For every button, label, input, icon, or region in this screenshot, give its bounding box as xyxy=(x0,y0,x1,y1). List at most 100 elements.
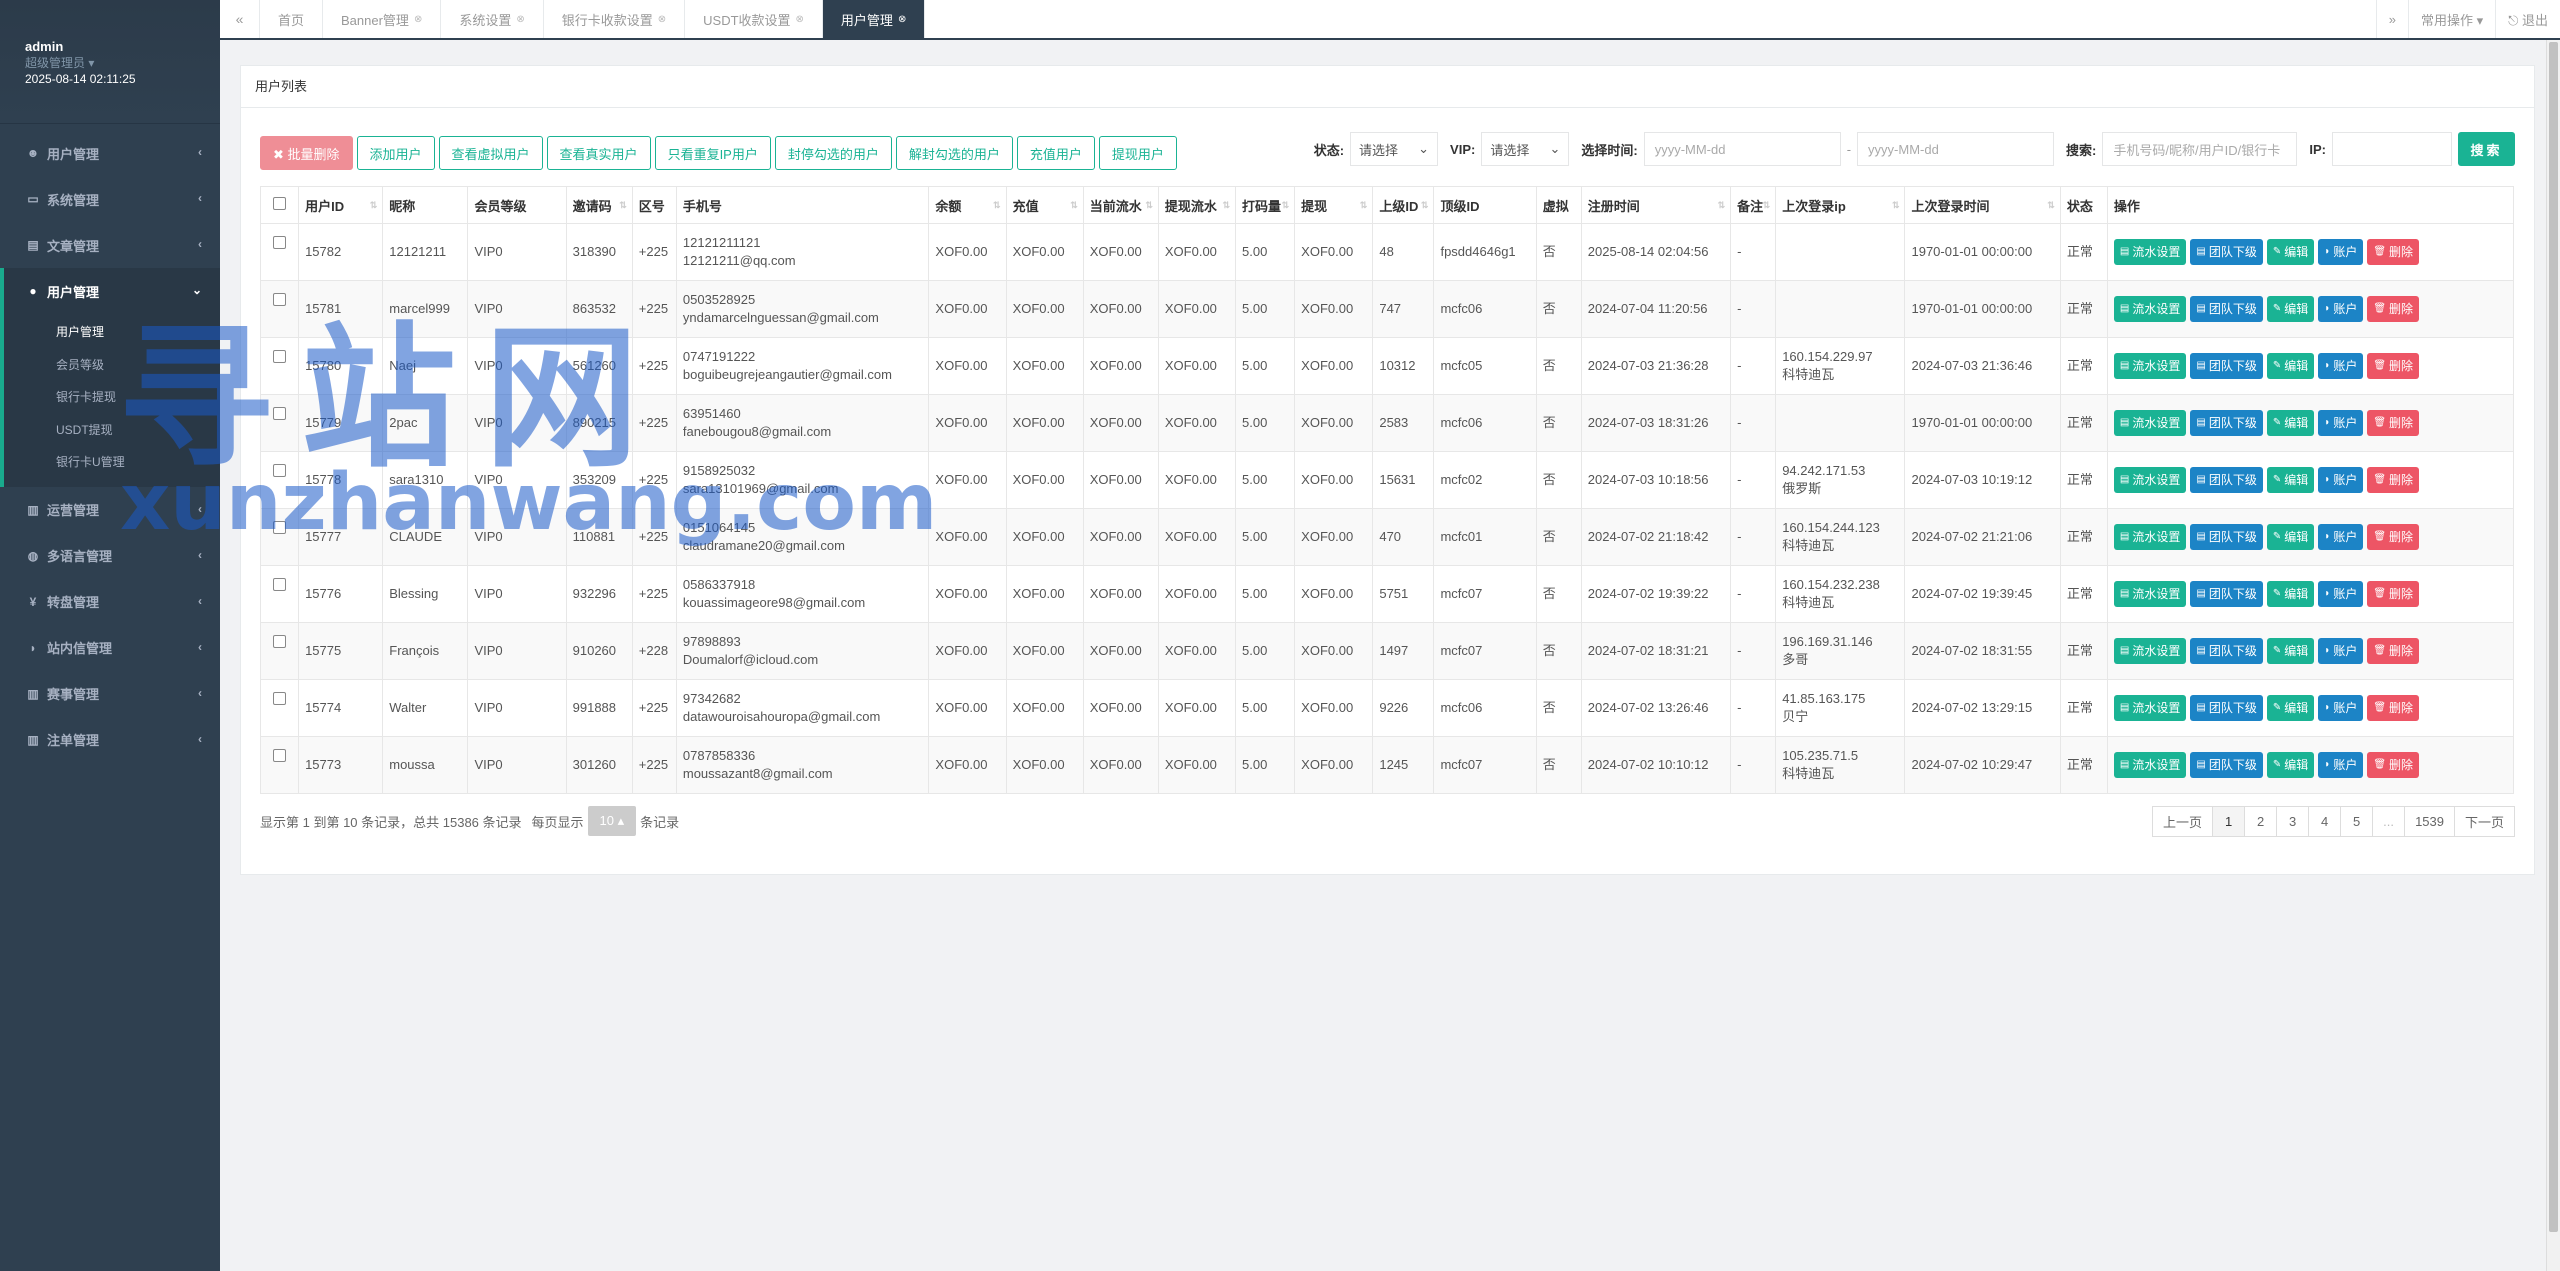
action-button-0[interactable]: ▤ 流水设置 xyxy=(2113,524,2187,550)
action-button-3[interactable]: ◗ 账户 xyxy=(2318,239,2364,265)
action-button-1[interactable]: ▤ 团队下级 xyxy=(2190,239,2263,265)
submenu-item-0[interactable]: 用户管理 xyxy=(4,316,220,349)
action-button-4[interactable]: 🗑 删除 xyxy=(2367,638,2420,664)
tab-0[interactable]: 首页 xyxy=(260,0,324,38)
column-header[interactable]: 余额 ⇅ xyxy=(928,186,1007,224)
action-button-4[interactable]: 🗑 删除 xyxy=(2367,239,2420,265)
action-button-0[interactable]: ▤ 流水设置 xyxy=(2113,752,2187,778)
toolbar-button-2[interactable]: 查看虚拟用户 xyxy=(438,136,543,170)
action-button-3[interactable]: ◗ 账户 xyxy=(2318,467,2364,493)
row-checkbox[interactable] xyxy=(273,635,287,648)
scrollbar-thumb[interactable] xyxy=(2549,42,2558,1232)
action-button-3[interactable]: ◗ 账户 xyxy=(2318,353,2364,379)
tab-5[interactable]: 用户管理 ⊗ xyxy=(822,0,926,38)
action-button-3[interactable]: ◗ 账户 xyxy=(2318,581,2364,607)
tab-1[interactable]: Banner管理 ⊗ xyxy=(323,0,442,38)
status-select[interactable]: 请选择 ⌄ xyxy=(1350,132,1439,166)
page-scrollbar[interactable] xyxy=(2546,40,2560,1271)
row-checkbox[interactable] xyxy=(273,236,287,249)
action-button-4[interactable]: 🗑 删除 xyxy=(2367,353,2420,379)
action-button-0[interactable]: ▤ 流水设置 xyxy=(2113,353,2187,379)
column-header[interactable]: 上次登录ip ⇅ xyxy=(1775,186,1906,224)
action-button-1[interactable]: ▤ 团队下级 xyxy=(2190,524,2263,550)
logout-button[interactable]: ⎋ 退出 xyxy=(2495,0,2560,38)
end-date-input[interactable]: yyyy-MM-dd xyxy=(1857,132,2055,166)
action-button-3[interactable]: ◗ 账户 xyxy=(2318,410,2364,436)
column-header[interactable]: 当前流水 ⇅ xyxy=(1082,186,1159,224)
action-button-0[interactable]: ▤ 流水设置 xyxy=(2113,467,2187,493)
action-button-0[interactable]: ▤ 流水设置 xyxy=(2113,410,2187,436)
action-button-2[interactable]: ✎ 编辑 xyxy=(2266,296,2315,322)
action-button-2[interactable]: ✎ 编辑 xyxy=(2266,695,2315,721)
sidebar-item-4[interactable]: ▥ 运营管理 ‹ xyxy=(0,487,220,533)
action-button-4[interactable]: 🗑 删除 xyxy=(2367,296,2420,322)
sidebar-item-8[interactable]: ▥ 赛事管理 ‹ xyxy=(0,671,220,717)
action-button-3[interactable]: ◗ 账户 xyxy=(2318,695,2364,721)
row-checkbox[interactable] xyxy=(273,293,287,306)
column-header[interactable]: 提现 ⇅ xyxy=(1294,186,1374,224)
action-button-0[interactable]: ▤ 流水设置 xyxy=(2113,296,2187,322)
column-header[interactable]: 充值 ⇅ xyxy=(1005,186,1084,224)
row-checkbox[interactable] xyxy=(273,464,287,477)
sidebar-item-3[interactable]: ● 用户管理 ⌄ xyxy=(0,268,220,314)
user-role-dropdown[interactable]: 超级管理员 ▾ xyxy=(25,55,220,71)
action-button-4[interactable]: 🗑 删除 xyxy=(2367,752,2420,778)
submenu-item-1[interactable]: 会员等级 xyxy=(4,349,220,382)
toolbar-button-4[interactable]: 只看重复IP用户 xyxy=(654,136,771,170)
tab-3[interactable]: 银行卡收款设置 ⊗ xyxy=(544,0,686,38)
action-button-2[interactable]: ✎ 编辑 xyxy=(2266,581,2315,607)
page-button-4[interactable]: 4 xyxy=(2308,806,2342,837)
ip-input[interactable] xyxy=(2332,132,2452,166)
action-button-3[interactable]: ◗ 账户 xyxy=(2318,524,2364,550)
action-button-3[interactable]: ◗ 账户 xyxy=(2318,752,2364,778)
action-button-1[interactable]: ▤ 团队下级 xyxy=(2190,296,2263,322)
toolbar-button-7[interactable]: 充值用户 xyxy=(1016,136,1095,170)
sidebar-item-9[interactable]: ▥ 注单管理 ‹ xyxy=(0,717,220,763)
row-checkbox[interactable] xyxy=(273,749,287,762)
column-header[interactable]: 上级ID ⇅ xyxy=(1372,186,1435,224)
close-icon[interactable]: ⊗ xyxy=(414,14,422,25)
action-button-0[interactable]: ▤ 流水设置 xyxy=(2113,581,2187,607)
column-header[interactable]: 备注 ⇅ xyxy=(1730,186,1777,224)
page-size-dropdown[interactable]: 10 ▴ xyxy=(587,806,637,836)
column-header[interactable]: 注册时间 ⇅ xyxy=(1580,186,1732,224)
toolbar-button-3[interactable]: 查看真实用户 xyxy=(546,136,651,170)
close-icon[interactable]: ⊗ xyxy=(796,14,804,25)
toolbar-button-6[interactable]: 解封勾选的用户 xyxy=(895,136,1013,170)
tab-2[interactable]: 系统设置 ⊗ xyxy=(441,0,544,38)
action-button-0[interactable]: ▤ 流水设置 xyxy=(2113,239,2187,265)
action-button-1[interactable]: ▤ 团队下级 xyxy=(2190,581,2263,607)
sidebar-item-1[interactable]: ▭ 系统管理 ‹ xyxy=(0,176,220,222)
submenu-item-2[interactable]: 银行卡提现 xyxy=(4,381,220,414)
action-button-1[interactable]: ▤ 团队下级 xyxy=(2190,695,2263,721)
column-header[interactable]: 提现流水 ⇅ xyxy=(1157,186,1237,224)
action-button-2[interactable]: ✎ 编辑 xyxy=(2266,410,2315,436)
page-button-5[interactable]: 5 xyxy=(2340,806,2374,837)
action-button-2[interactable]: ✎ 编辑 xyxy=(2266,239,2315,265)
sidebar-item-7[interactable]: ◗ 站内信管理 ‹ xyxy=(0,625,220,671)
vip-select[interactable]: 请选择 ⌄ xyxy=(1481,132,1570,166)
select-all-checkbox[interactable] xyxy=(273,197,287,210)
tabs-scroll-right-icon[interactable]: » xyxy=(2375,0,2408,38)
sidebar-item-2[interactable]: ▤ 文章管理 ‹ xyxy=(0,222,220,268)
row-checkbox[interactable] xyxy=(273,407,287,420)
action-button-1[interactable]: ▤ 团队下级 xyxy=(2190,467,2263,493)
toolbar-button-1[interactable]: 添加用户 xyxy=(356,136,435,170)
action-button-4[interactable]: 🗑 删除 xyxy=(2367,524,2420,550)
action-button-4[interactable]: 🗑 删除 xyxy=(2367,581,2420,607)
action-button-2[interactable]: ✎ 编辑 xyxy=(2266,353,2315,379)
tab-4[interactable]: USDT收款设置 ⊗ xyxy=(685,0,823,38)
row-checkbox[interactable] xyxy=(273,521,287,534)
toolbar-button-8[interactable]: 提现用户 xyxy=(1098,136,1177,170)
submenu-item-4[interactable]: 银行卡U管理 xyxy=(4,446,220,479)
column-header[interactable]: 打码量 ⇅ xyxy=(1235,186,1296,224)
start-date-input[interactable]: yyyy-MM-dd xyxy=(1643,132,1841,166)
column-header[interactable]: 用户ID ⇅ xyxy=(298,186,384,224)
column-header[interactable]: 上次登录时间 ⇅ xyxy=(1904,186,2061,224)
common-ops-dropdown[interactable]: 常用操作 ▾ xyxy=(2407,0,2495,38)
sidebar-item-0[interactable]: ☻ 用户管理 ‹ xyxy=(0,130,220,176)
row-checkbox[interactable] xyxy=(273,578,287,591)
page-button-8[interactable]: 下一页 xyxy=(2453,806,2515,837)
close-icon[interactable]: ⊗ xyxy=(898,14,906,25)
action-button-1[interactable]: ▤ 团队下级 xyxy=(2190,410,2263,436)
